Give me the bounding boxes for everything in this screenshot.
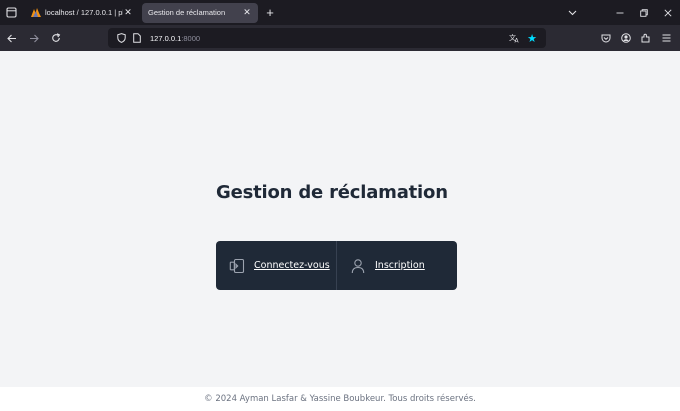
svg-text:A: A — [514, 38, 519, 44]
account-icon[interactable] — [616, 28, 636, 48]
tab-strip: localhost / 127.0.0.1 | phpMyAdmin ✕ Ges… — [0, 0, 680, 25]
tab-gestion-reclamation[interactable]: Gestion de réclamation ✕ — [142, 2, 258, 23]
footer-copyright: © 2024 Ayman Lasfar & Yassine Boubkeur. … — [204, 394, 476, 404]
page-title: Gestion de réclamation — [216, 182, 448, 203]
login-icon — [229, 258, 245, 274]
phpmyadmin-icon — [31, 8, 41, 17]
page-content: Gestion de réclamation Connectez-vous In… — [0, 51, 680, 387]
extensions-icon[interactable] — [636, 28, 656, 48]
address-bar[interactable]: 127.0.0.1:8000 文A ★ — [108, 28, 546, 48]
star-icon[interactable]: ★ — [524, 31, 540, 45]
close-icon[interactable] — [656, 0, 680, 25]
toolbar-actions — [596, 28, 676, 48]
url-text: 127.0.0.1:8000 — [150, 34, 200, 43]
tab-phpmyadmin[interactable]: localhost / 127.0.0.1 | phpMyAdmin ✕ — [25, 3, 139, 23]
close-tab-icon[interactable]: ✕ — [123, 7, 133, 18]
shield-icon[interactable] — [114, 31, 128, 45]
close-tab-icon[interactable]: ✕ — [242, 7, 252, 18]
footer: © 2024 Ayman Lasfar & Yassine Boubkeur. … — [0, 387, 680, 411]
register-button[interactable]: Inscription — [336, 241, 457, 290]
plus-icon[interactable]: + — [260, 3, 280, 23]
tab-title: localhost / 127.0.0.1 | phpMyAdmin — [45, 8, 123, 17]
back-arrow-icon[interactable] — [2, 28, 22, 48]
forward-arrow-icon[interactable] — [24, 28, 44, 48]
login-label: Connectez-vous — [254, 260, 330, 271]
reload-icon[interactable] — [46, 28, 66, 48]
tab-manager-icon[interactable] — [0, 0, 22, 25]
restore-icon[interactable] — [632, 0, 656, 25]
register-label: Inscription — [375, 260, 425, 271]
minimize-icon[interactable] — [608, 0, 632, 25]
tab-title: Gestion de réclamation — [148, 8, 226, 17]
login-button[interactable]: Connectez-vous — [216, 241, 336, 290]
url-host: 127.0.0.1 — [150, 33, 182, 43]
page-icon[interactable] — [130, 31, 144, 45]
pocket-icon[interactable] — [596, 28, 616, 48]
navigation-toolbar: 127.0.0.1:8000 文A ★ — [0, 25, 680, 51]
auth-card: Connectez-vous Inscription — [216, 241, 457, 290]
window-controls — [608, 0, 680, 25]
url-actions: 文A ★ — [506, 31, 542, 45]
chevron-down-icon[interactable] — [562, 0, 582, 25]
user-icon — [350, 258, 366, 274]
hamburger-menu-icon[interactable] — [656, 28, 676, 48]
translate-icon[interactable]: 文A — [506, 31, 522, 45]
url-port: :8000 — [181, 33, 201, 43]
